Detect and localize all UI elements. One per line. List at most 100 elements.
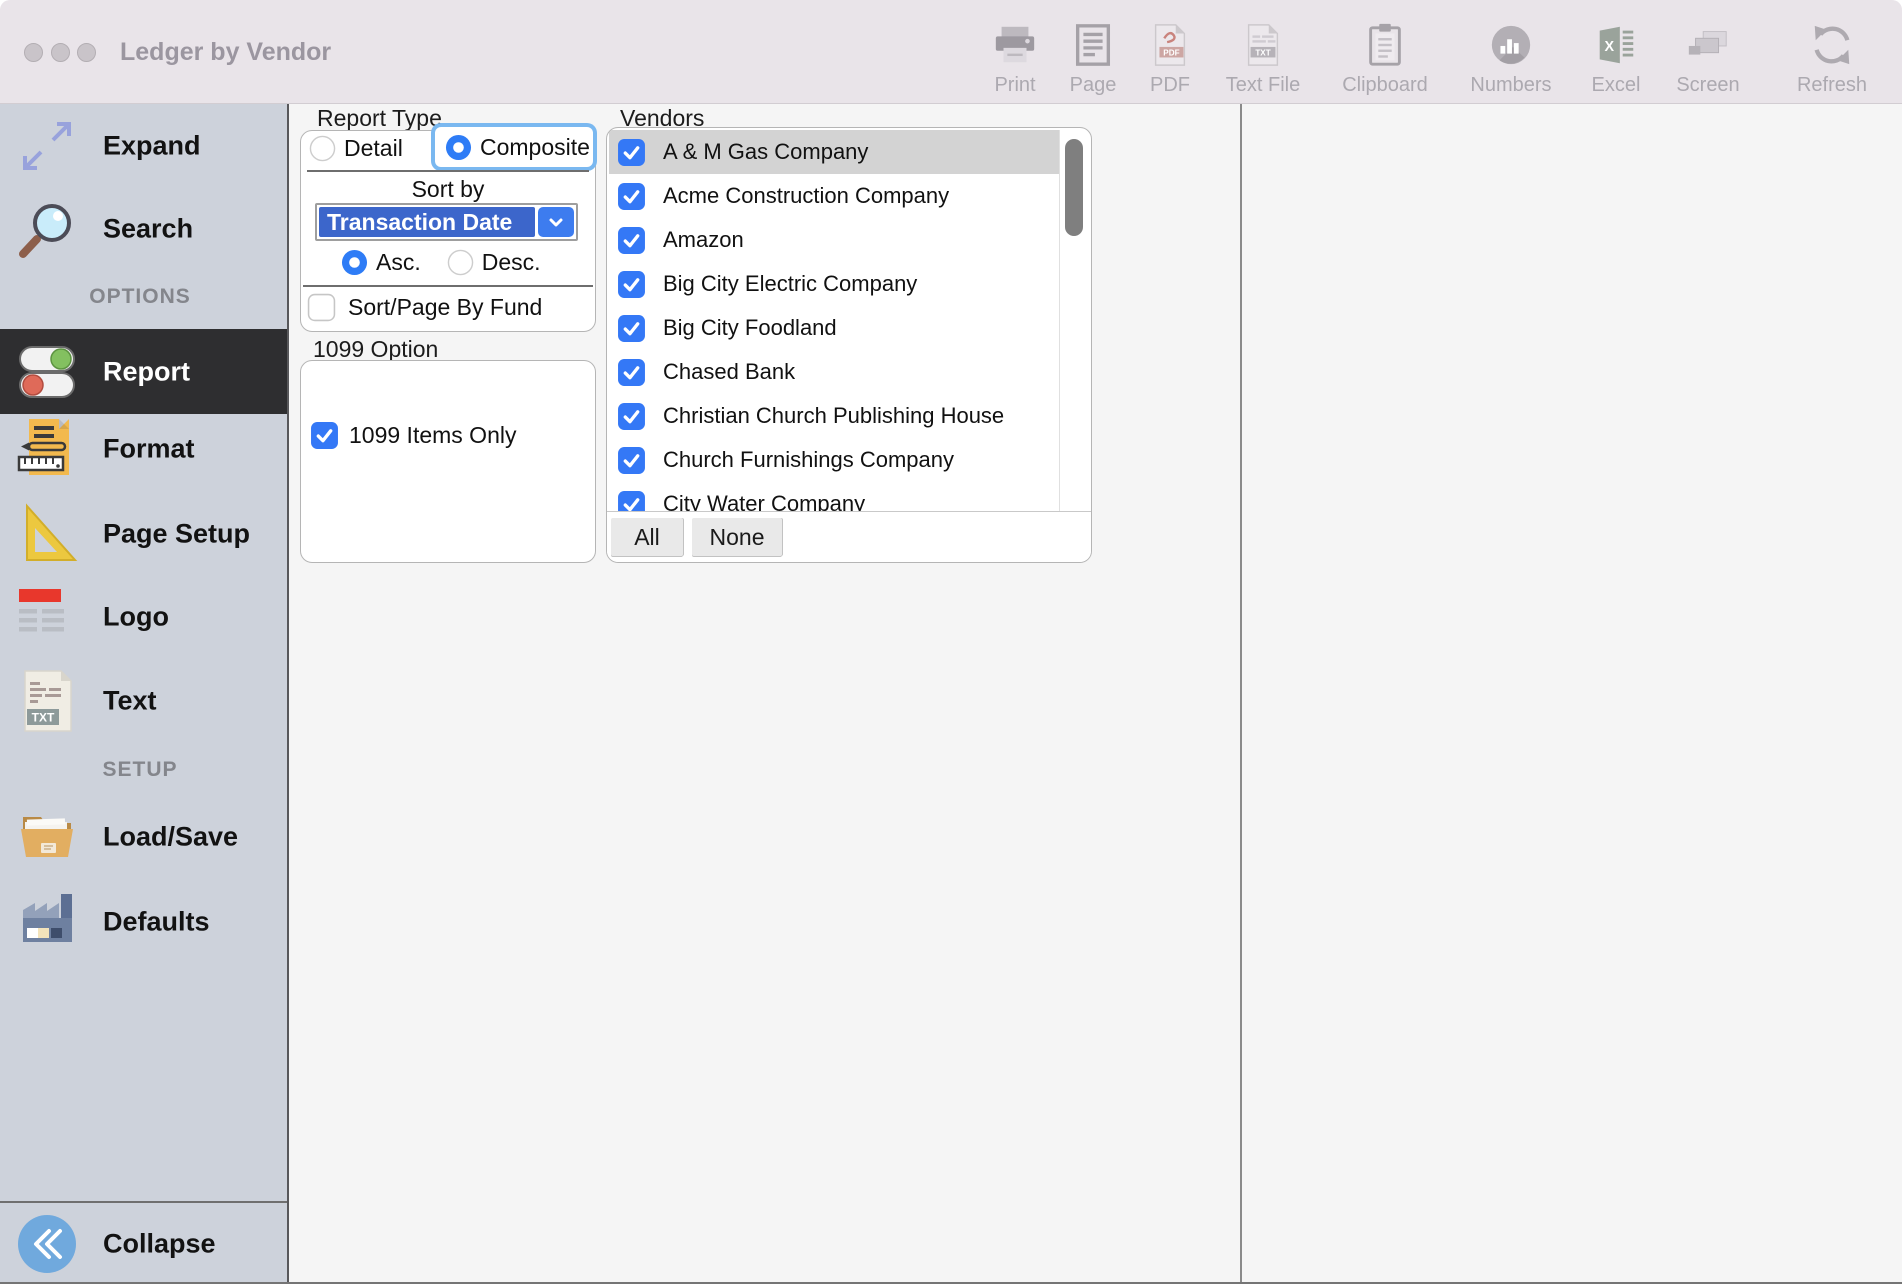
- text-doc-icon: TXT: [14, 668, 80, 734]
- checkbox-checked-icon[interactable]: [617, 358, 646, 387]
- radio-on-icon: [445, 134, 472, 161]
- vendor-row[interactable]: Acme Construction Company: [609, 174, 1061, 218]
- sidebar-item-label: Collapse: [103, 1228, 216, 1258]
- checkbox-checked-icon[interactable]: [617, 138, 646, 167]
- separator: [303, 285, 593, 287]
- vendor-row[interactable]: A & M Gas Company: [609, 130, 1061, 174]
- radio-off-icon: [447, 249, 474, 276]
- sidebar-item-label: Text: [103, 685, 157, 716]
- sidebar-item-expand[interactable]: Expand: [0, 104, 287, 188]
- checkbox-checked-icon[interactable]: [617, 446, 646, 475]
- toolbar-item-label: Refresh: [1796, 74, 1868, 96]
- select-all-button[interactable]: All: [611, 518, 683, 556]
- app-window: Ledger by Vendor Print Page PDF PDF TXT Text …: [0, 0, 1902, 1284]
- vendor-row[interactable]: Chased Bank: [609, 350, 1061, 394]
- sidebar-item-collapse[interactable]: Collapse: [0, 1203, 287, 1282]
- sidebar-item-label: Defaults: [103, 906, 210, 937]
- sidebar-section-header: SETUP: [102, 758, 178, 781]
- close-window-button[interactable]: [24, 43, 43, 62]
- report-type-panel: Detail Composite Sort by Transaction Dat…: [300, 127, 596, 332]
- screen-icon: [1653, 22, 1763, 72]
- sort-by-value: Transaction Date: [319, 207, 535, 237]
- vendor-row[interactable]: Christian Church Publishing House: [609, 394, 1061, 438]
- report-type-label: Report Type: [317, 105, 442, 131]
- collapse-icon: [14, 1211, 80, 1277]
- composite-radio-label: Composite: [480, 133, 590, 160]
- checkbox-checked-icon[interactable]: [617, 182, 646, 211]
- sort-page-by-fund-checkbox[interactable]: Sort/Page By Fund: [307, 292, 542, 322]
- page-setup-icon: [14, 501, 80, 567]
- svg-text:X: X: [1605, 39, 1615, 55]
- sidebar: Expand Search OPTIONS Report Format Page Setu…: [0, 104, 289, 1282]
- checkbox-checked-icon: [310, 421, 339, 450]
- sidebar-item-page-setup[interactable]: Page Setup: [0, 492, 287, 576]
- detail-radio-label: Detail: [344, 135, 403, 161]
- composite-radio[interactable]: Composite: [435, 127, 593, 167]
- toolbar-item-refresh[interactable]: Refresh: [1777, 22, 1887, 97]
- select-none-button[interactable]: None: [692, 518, 782, 556]
- vendor-row[interactable]: Church Furnishings Company: [609, 438, 1061, 482]
- vendors-footer: All None: [607, 511, 1091, 562]
- expand-icon: [14, 113, 80, 179]
- asc-radio-label: Asc.: [376, 248, 421, 275]
- toolbar-item-numbers[interactable]: Numbers: [1456, 22, 1566, 97]
- main-content: Report Type Detail Composite Sort by Tra…: [291, 104, 1902, 1282]
- sidebar-item-label: Page Setup: [103, 518, 251, 549]
- clipboard-icon: [1330, 22, 1440, 72]
- vendor-row[interactable]: Big City Electric Company: [609, 262, 1061, 306]
- folder-icon: [14, 804, 80, 870]
- items-1099-only-checkbox[interactable]: 1099 Items Only: [310, 421, 516, 450]
- vendor-name: Chased Bank: [663, 359, 796, 384]
- sort-asc-radio[interactable]: Asc.: [341, 249, 421, 276]
- desc-radio-label: Desc.: [481, 248, 541, 275]
- svg-text:PDF: PDF: [1163, 49, 1179, 58]
- vendor-name: Big City Electric Company: [663, 271, 918, 296]
- sidebar-item-format[interactable]: Format: [0, 407, 287, 491]
- vendor-name: Big City Foodland: [663, 315, 837, 340]
- vendor-row[interactable]: Amazon: [609, 218, 1061, 262]
- checkbox-checked-icon[interactable]: [617, 402, 646, 431]
- toolbar-item-clipboard[interactable]: Clipboard: [1330, 22, 1440, 97]
- toolbar-item-text-file[interactable]: TXT Text File: [1208, 22, 1318, 97]
- vendor-list: A & M Gas Company Acme Construction Compa…: [609, 130, 1061, 511]
- sort-desc-radio[interactable]: Desc.: [447, 249, 541, 276]
- sort-by-label: Sort by: [411, 176, 485, 202]
- toolbar-item-label: Clipboard: [1342, 74, 1428, 96]
- vendor-row[interactable]: Big City Foodland: [609, 306, 1061, 350]
- checkbox-checked-icon[interactable]: [617, 270, 646, 299]
- chevron-down-icon[interactable]: [538, 207, 574, 237]
- sort-by-dropdown[interactable]: Transaction Date: [315, 203, 578, 241]
- vendor-name: Church Furnishings Company: [663, 447, 955, 472]
- sort-page-by-fund-label: Sort/Page By Fund: [348, 293, 543, 320]
- minimize-window-button[interactable]: [51, 43, 70, 62]
- checkbox-checked-icon[interactable]: [617, 226, 646, 255]
- sidebar-item-logo[interactable]: Logo: [0, 575, 287, 659]
- titlebar: Ledger by Vendor Print Page PDF PDF TXT Text …: [0, 0, 1902, 104]
- sidebar-item-label: Format: [103, 433, 195, 464]
- separator: [307, 170, 589, 172]
- detail-radio[interactable]: Detail: [309, 135, 403, 162]
- vendors-panel: A & M Gas Company Acme Construction Compa…: [606, 127, 1092, 563]
- sidebar-item-label: Load/Save: [103, 821, 239, 852]
- zoom-window-button[interactable]: [77, 43, 96, 62]
- scrollbar-thumb[interactable]: [1065, 139, 1083, 236]
- sidebar-item-load-save[interactable]: Load/Save: [0, 795, 287, 879]
- sidebar-item-text[interactable]: TXT Text: [0, 659, 287, 743]
- checkbox-checked-icon[interactable]: [617, 490, 646, 511]
- factory-icon: [14, 889, 80, 955]
- sidebar-item-defaults[interactable]: Defaults: [0, 880, 287, 964]
- sidebar-section-header: OPTIONS: [89, 285, 191, 308]
- sidebar-item-label: Search: [103, 213, 194, 244]
- sidebar-item-report[interactable]: Report: [0, 329, 287, 414]
- vendor-row[interactable]: City Water Company: [609, 482, 1061, 511]
- vendors-scrollbar[interactable]: [1059, 130, 1089, 511]
- toolbar-item-label: Text File: [1225, 74, 1301, 96]
- checkbox-checked-icon[interactable]: [617, 314, 646, 343]
- items-1099-only-label: 1099 Items Only: [349, 422, 517, 448]
- option-1099-label: 1099 Option: [313, 336, 439, 362]
- checkbox-unchecked-icon: [307, 293, 336, 322]
- toolbar-item-screen[interactable]: Screen: [1653, 22, 1763, 97]
- option-1099-panel: 1099 Items Only: [300, 360, 596, 563]
- toolbar-item-label: Screen: [1676, 74, 1740, 96]
- sidebar-item-search[interactable]: Search: [0, 187, 287, 271]
